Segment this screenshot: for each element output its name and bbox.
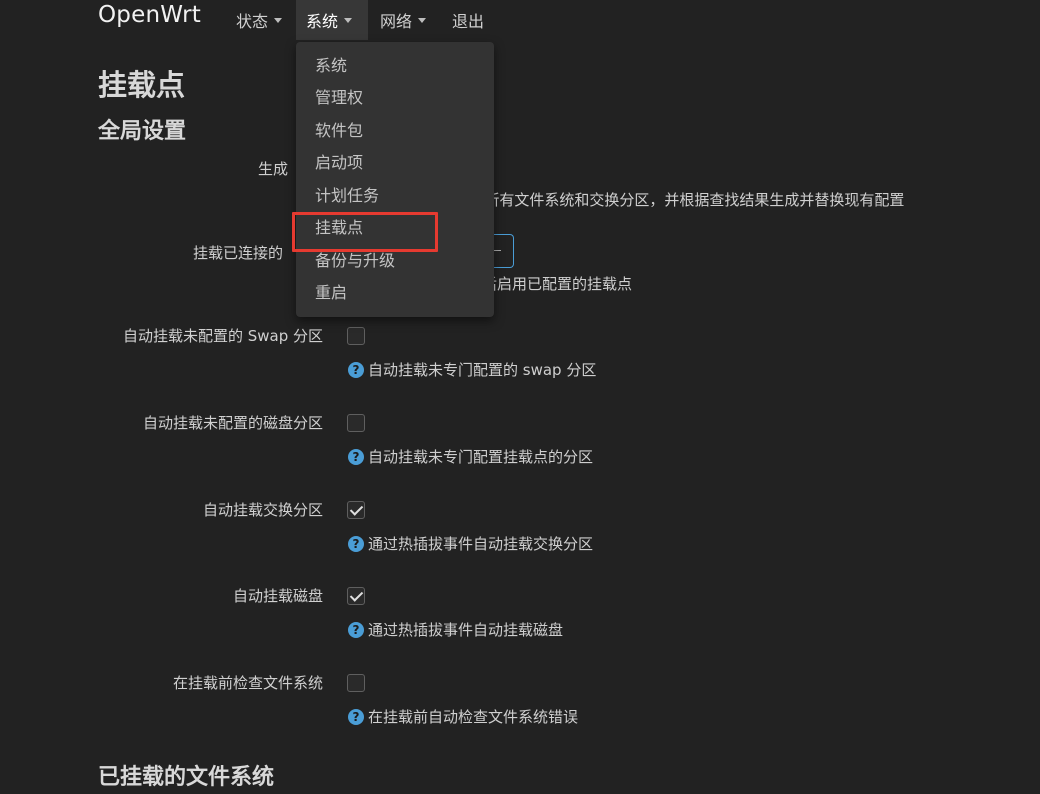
check-fs-help: ? 在挂载前自动检查文件系统错误 [348,706,578,728]
hotplug-disk-checkbox[interactable] [347,587,365,605]
chevron-down-icon [344,17,353,23]
system-dropdown-menu: 系统 管理权 软件包 启动项 计划任务 挂载点 备份与升级 重启 [296,42,494,317]
check-fs-help-text: 在挂载前自动检查文件系统错误 [368,708,579,726]
section-title-global: 全局设置 [98,119,187,144]
auto-swap-help-text: 自动挂载未专门配置的 swap 分区 [368,361,597,379]
generate-config-help: J所有文件系统和交换分区，并根据查找结果生成并替换现有配置 [480,191,905,209]
menu-item-software[interactable]: 软件包 [315,119,363,143]
auto-swap-checkbox[interactable] [347,327,365,345]
hotplug-disk-help: ? 通过热插拔事件自动挂载磁盘 [348,619,563,641]
hotplug-disk-help-text: 通过热插拔事件自动挂载磁盘 [368,621,564,639]
check-fs-label: 在挂载前检查文件系统 [172,674,323,692]
hotplug-swap-help: ? 通过热插拔事件自动挂载交换分区 [348,533,593,555]
hotplug-swap-help-text: 通过热插拔事件自动挂载交换分区 [368,535,594,553]
nav-status-label: 状态 [236,12,269,31]
chevron-down-icon [418,17,427,23]
check-fs-checkbox[interactable] [347,674,365,692]
page-title: 挂载点 [98,68,186,102]
mount-attached-help: 后启用已配置的挂载点 [482,275,633,293]
help-icon: ? [348,622,364,638]
menu-item-startup[interactable]: 启动项 [315,151,363,175]
nav-logout[interactable]: 退出 [442,0,494,40]
help-icon: ? [348,362,364,378]
menu-item-reboot[interactable]: 重启 [315,281,347,305]
nav-system[interactable]: 系统 [296,0,368,40]
page: OpenWrt 状态 系统 网络 退出 挂载点 全局设置 生成 J所有文件系统和… [0,0,1040,794]
hotplug-swap-checkbox[interactable] [347,501,365,519]
auto-mount-help-text: 自动挂载未专门配置挂载点的分区 [368,448,594,466]
menu-item-administration[interactable]: 管理权 [315,86,363,110]
hotplug-swap-label: 自动挂载交换分区 [202,501,323,519]
nav-network-label: 网络 [380,12,413,31]
chevron-down-icon [274,17,283,23]
mount-attached-label: 挂载已连接的 [193,244,284,262]
section-title-mounted: 已挂载的文件系统 [98,765,275,790]
nav-system-label: 系统 [306,12,339,31]
hotplug-disk-label: 自动挂载磁盘 [232,587,323,605]
auto-swap-label: 自动挂载未配置的 Swap 分区 [122,327,323,345]
menu-item-scheduled-tasks[interactable]: 计划任务 [315,184,379,208]
menu-item-backup-flash[interactable]: 备份与升级 [315,249,395,273]
nav-logout-label: 退出 [452,12,485,31]
nav-status[interactable]: 状态 [226,0,292,40]
menu-item-mount-points[interactable]: 挂载点 [315,216,363,240]
auto-mount-help: ? 自动挂载未专门配置挂载点的分区 [348,446,593,468]
help-icon: ? [348,449,364,465]
top-navbar: OpenWrt 状态 系统 网络 退出 [0,0,1040,40]
auto-mount-checkbox[interactable] [347,414,365,432]
auto-mount-label: 自动挂载未配置的磁盘分区 [142,414,323,432]
nav-network[interactable]: 网络 [370,0,436,40]
select-caret-icon [494,250,501,251]
auto-swap-help: ? 自动挂载未专门配置的 swap 分区 [348,359,596,381]
help-icon: ? [348,709,364,725]
generate-config-label: 生成 [258,160,289,178]
brand-logo[interactable]: OpenWrt [98,2,201,28]
help-icon: ? [348,536,364,552]
menu-item-system[interactable]: 系统 [315,54,347,78]
